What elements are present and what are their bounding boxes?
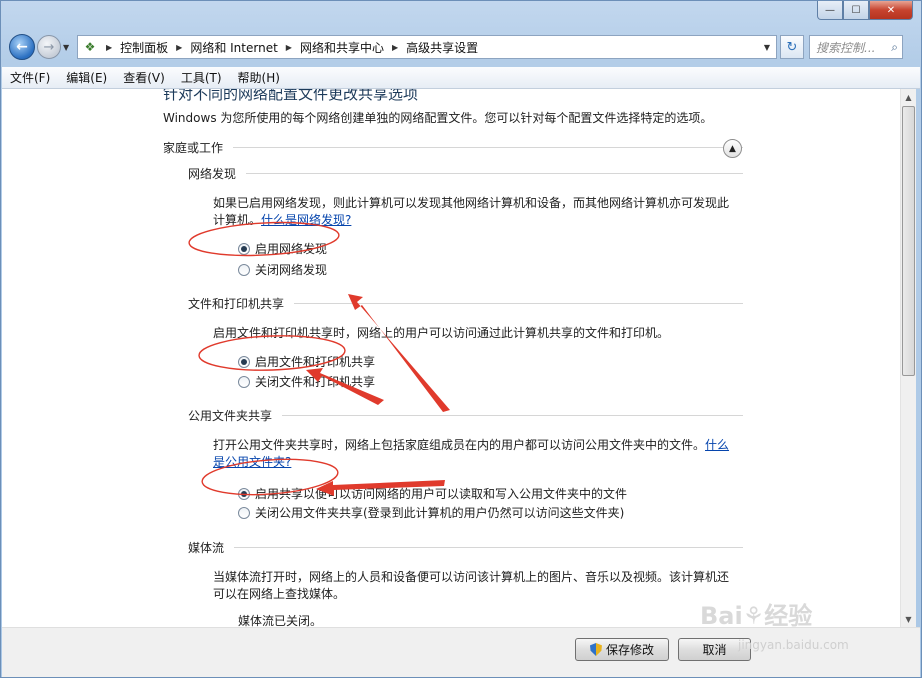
divider (246, 173, 743, 174)
section-media-streaming: 媒体流 (188, 539, 743, 556)
search-icon[interactable]: ⌕ (891, 40, 898, 55)
media-streaming-status: 媒体流已关闭。 (238, 614, 323, 627)
refresh-icon: ↻ (786, 39, 798, 55)
search-input[interactable]: 搜索控制... ⌕ (809, 35, 903, 59)
footer-bar: 保存修改 取消 (2, 627, 920, 677)
breadcrumb: ▶ 控制面板 ▶ 网络和 Internet ▶ 网络和共享中心 ▶ 高级共享设置 (98, 39, 478, 56)
intro-text: Windows 为您所使用的每个网络创建单独的网络配置文件。您可以针对每个配置文… (163, 111, 713, 125)
baidu-watermark: Bai⚘经验 (700, 596, 812, 631)
section-description: 如果已启用网络发现，则此计算机可以发现其他网络计算机和设备，而其他网络计算机亦可… (213, 195, 738, 229)
chevron-right-icon[interactable]: ▶ (392, 43, 398, 52)
forward-button[interactable]: → (37, 35, 61, 59)
menu-file[interactable]: 文件(F) (10, 69, 50, 86)
profile-group-header: 家庭或工作 (163, 139, 743, 156)
radio-button[interactable] (238, 487, 250, 500)
section-network-discovery: 网络发现 (188, 165, 743, 182)
maximize-button[interactable]: ☐ (843, 1, 869, 20)
breadcrumb-network-internet[interactable]: 网络和 Internet (190, 39, 277, 56)
breadcrumb-network-sharing-center[interactable]: 网络和共享中心 (300, 39, 384, 56)
chevron-right-icon[interactable]: ▶ (286, 43, 292, 52)
scroll-down-icon[interactable]: ▼ (901, 611, 916, 627)
forward-arrow-icon: → (43, 39, 55, 55)
radio-button[interactable] (238, 242, 250, 255)
menu-edit[interactable]: 编辑(E) (66, 69, 107, 86)
divider (233, 147, 743, 148)
uac-shield-icon (589, 643, 602, 656)
search-placeholder: 搜索控制... (816, 40, 876, 55)
section-description: 打开公用文件夹共享时，网络上包括家庭组成员在内的用户都可以访问公用文件夹中的文件… (213, 437, 738, 471)
save-changes-button[interactable]: 保存修改 (575, 638, 669, 661)
save-label: 保存修改 (605, 643, 654, 657)
help-link-network-discovery[interactable]: 什么是网络发现? (261, 213, 351, 227)
scrollbar-thumb[interactable] (902, 106, 915, 376)
radio-enable-file-printer-sharing[interactable]: 启用文件和打印机共享 (238, 353, 375, 370)
vertical-scrollbar[interactable]: ▲ ▼ (900, 89, 916, 627)
cancel-label: 取消 (702, 643, 727, 657)
section-file-printer-sharing: 文件和打印机共享 (188, 295, 743, 312)
navigation-bar: ← → ▼ ❖ ▶ 控制面板 ▶ 网络和 Internet ▶ 网络和共享中心 … (9, 31, 913, 63)
minimize-button[interactable]: — (817, 1, 843, 20)
scroll-up-icon[interactable]: ▲ (901, 89, 916, 105)
network-icon: ❖ (84, 40, 96, 54)
radio-label: 关闭公用文件夹共享(登录到此计算机的用户仍然可以访问这些文件夹) (255, 506, 625, 520)
watermark-brand: Bai (700, 602, 743, 630)
radio-button[interactable] (238, 355, 250, 368)
breadcrumb-advanced-sharing[interactable]: 高级共享设置 (406, 39, 478, 56)
menu-view[interactable]: 查看(V) (123, 69, 165, 86)
radio-label: 启用文件和打印机共享 (255, 355, 376, 369)
radio-label: 启用共享以便可以访问网络的用户可以读取和写入公用文件夹中的文件 (255, 487, 628, 501)
section-label: 网络发现 (188, 167, 237, 181)
breadcrumb-control-panel[interactable]: 控制面板 (120, 39, 168, 56)
section-description: 启用文件和打印机共享时，网络上的用户可以访问通过此计算机共享的文件和打印机。 (213, 326, 670, 340)
chevron-right-icon[interactable]: ▶ (176, 43, 182, 52)
refresh-button[interactable]: ↻ (780, 35, 804, 59)
divider (294, 303, 743, 304)
collapse-button[interactable]: ▲ (723, 139, 742, 158)
radio-disable-file-printer-sharing[interactable]: 关闭文件和打印机共享 (238, 373, 375, 390)
radio-label: 关闭网络发现 (255, 263, 328, 277)
close-button[interactable]: ✕ (869, 1, 913, 20)
chevron-right-icon[interactable]: ▶ (106, 43, 112, 52)
caption-buttons: — ☐ ✕ (817, 1, 913, 20)
divider (234, 547, 743, 548)
address-dropdown-icon[interactable]: ▼ (758, 43, 776, 52)
divider (282, 415, 743, 416)
settings-content: 针对不同的网络配置文件更改共享选项 Windows 为您所使用的每个网络创建单独… (2, 89, 900, 627)
chevron-up-icon: ▲ (729, 143, 736, 154)
section-description: 当媒体流打开时，网络上的人员和设备便可以访问该计算机上的图片、音乐以及视频。该计… (213, 570, 730, 601)
paw-icon: ⚘ (742, 602, 765, 630)
watermark-url: jingyan.baidu.com (738, 638, 849, 652)
back-arrow-icon: ← (16, 39, 28, 55)
watermark-brand-suffix: 经验 (764, 602, 813, 630)
radio-disable-network-discovery[interactable]: 关闭网络发现 (238, 261, 327, 278)
radio-enable-network-discovery[interactable]: 启用网络发现 (238, 240, 327, 257)
back-button[interactable]: ← (9, 34, 35, 60)
description-text: 打开公用文件夹共享时，网络上包括家庭组成员在内的用户都可以访问公用文件夹中的文件… (213, 438, 706, 452)
menu-help[interactable]: 帮助(H) (238, 69, 280, 86)
profile-group-label: 家庭或工作 (163, 141, 224, 155)
section-public-folder-sharing: 公用文件夹共享 (188, 407, 743, 424)
menu-bar: 文件(F) 编辑(E) 查看(V) 工具(T) 帮助(H) (2, 67, 920, 89)
explorer-window: — ☐ ✕ ← → ▼ ❖ ▶ 控制面板 ▶ 网络和 Internet ▶ 网络… (0, 0, 922, 678)
address-bar[interactable]: ❖ ▶ 控制面板 ▶ 网络和 Internet ▶ 网络和共享中心 ▶ 高级共享… (77, 35, 777, 59)
page-title: 针对不同的网络配置文件更改共享选项 (163, 89, 419, 103)
radio-button[interactable] (238, 506, 250, 519)
radio-label: 关闭文件和打印机共享 (255, 375, 376, 389)
section-label: 公用文件夹共享 (188, 409, 273, 423)
radio-button[interactable] (238, 375, 250, 388)
section-label: 文件和打印机共享 (188, 297, 285, 311)
menu-tools[interactable]: 工具(T) (181, 69, 222, 86)
section-label: 媒体流 (188, 541, 225, 555)
radio-disable-public-folder-sharing[interactable]: 关闭公用文件夹共享(登录到此计算机的用户仍然可以访问这些文件夹) (238, 504, 624, 521)
radio-button[interactable] (238, 263, 250, 276)
radio-label: 启用网络发现 (255, 242, 328, 256)
recent-pages-dropdown[interactable]: ▼ (63, 43, 73, 52)
radio-enable-public-folder-sharing[interactable]: 启用共享以便可以访问网络的用户可以读取和写入公用文件夹中的文件 (238, 485, 627, 502)
